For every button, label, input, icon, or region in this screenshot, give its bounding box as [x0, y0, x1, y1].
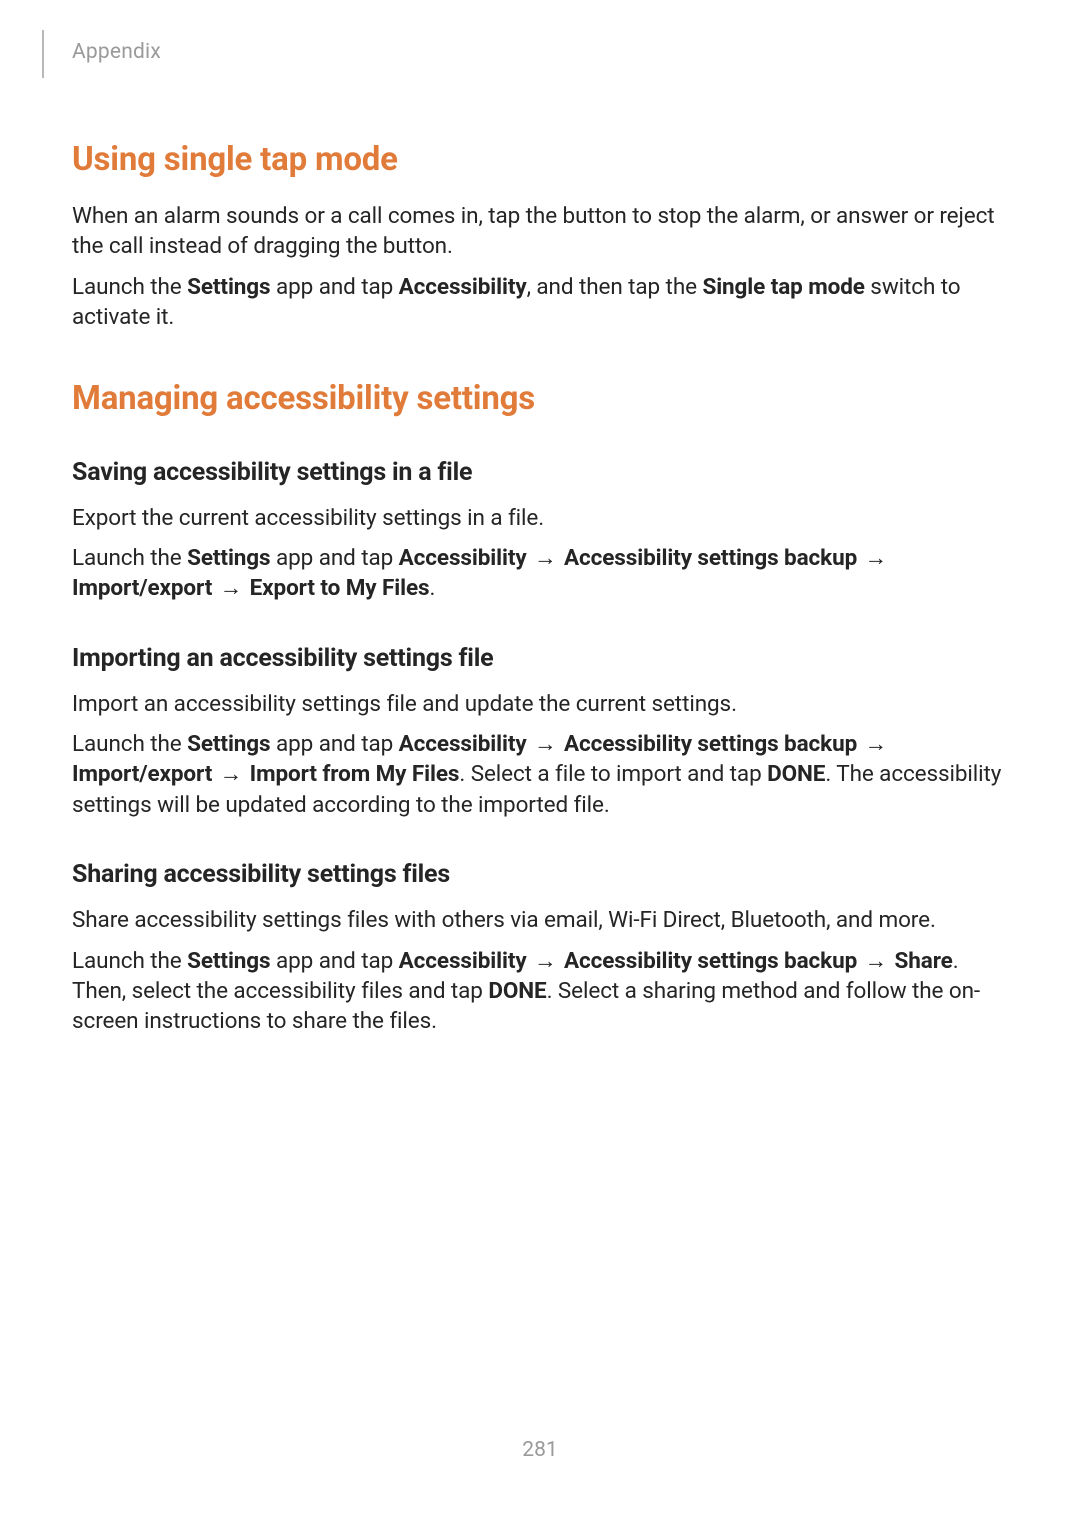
section-label: Appendix [72, 40, 161, 64]
bold-import-export: Import/export [72, 761, 212, 787]
bold-backup: Accessibility settings backup [564, 731, 857, 757]
text: . [429, 575, 435, 601]
text: app and tap [271, 545, 399, 571]
bold-done: DONE [488, 978, 546, 1004]
bold-backup: Accessibility settings backup [564, 545, 857, 571]
text: , and then tap the [527, 274, 703, 300]
arrow-icon: → [857, 948, 894, 974]
paragraph: Launch the Settings app and tap Accessib… [72, 272, 1008, 333]
text: app and tap [271, 948, 399, 974]
bold-settings: Settings [187, 948, 270, 974]
text: app and tap [271, 731, 399, 757]
bold-share: Share [895, 948, 953, 974]
document-page: Appendix Using single tap mode When an a… [0, 0, 1080, 1037]
bold-accessibility: Accessibility [399, 731, 527, 757]
arrow-icon: → [212, 575, 249, 601]
paragraph: Export the current accessibility setting… [72, 503, 1008, 533]
header-rule [42, 30, 44, 78]
arrow-icon: → [527, 731, 564, 757]
text: app and tap [271, 274, 399, 300]
paragraph: Share accessibility settings files with … [72, 905, 1008, 935]
subheading-sharing: Sharing accessibility settings files [72, 860, 1008, 889]
text: Launch the [72, 731, 187, 757]
arrow-icon: → [857, 545, 889, 571]
heading-managing-accessibility: Managing accessibility settings [72, 379, 1008, 418]
paragraph: Launch the Settings app and tap Accessib… [72, 729, 1008, 820]
page-number: 281 [0, 1438, 1080, 1462]
subheading-saving: Saving accessibility settings in a file [72, 458, 1008, 487]
subheading-importing: Importing an accessibility settings file [72, 644, 1008, 673]
bold-settings: Settings [187, 731, 270, 757]
bold-single-tap-mode: Single tap mode [702, 274, 864, 300]
paragraph: Launch the Settings app and tap Accessib… [72, 543, 1008, 604]
text: . Select a file to import and tap [459, 761, 767, 787]
arrow-icon: → [857, 731, 889, 757]
bold-accessibility: Accessibility [399, 545, 527, 571]
paragraph: Import an accessibility settings file an… [72, 689, 1008, 719]
bold-settings: Settings [187, 274, 270, 300]
bold-export-my-files: Export to My Files [250, 575, 430, 601]
bold-import-export: Import/export [72, 575, 212, 601]
heading-using-single-tap: Using single tap mode [72, 140, 1008, 179]
arrow-icon: → [527, 545, 564, 571]
paragraph: When an alarm sounds or a call comes in,… [72, 201, 1008, 262]
paragraph: Launch the Settings app and tap Accessib… [72, 946, 1008, 1037]
text: Launch the [72, 948, 187, 974]
arrow-icon: → [212, 761, 249, 787]
bold-accessibility: Accessibility [399, 274, 527, 300]
bold-backup: Accessibility settings backup [564, 948, 857, 974]
text: Launch the [72, 274, 187, 300]
text: Launch the [72, 545, 187, 571]
bold-settings: Settings [187, 545, 270, 571]
bold-accessibility: Accessibility [399, 948, 527, 974]
arrow-icon: → [527, 948, 564, 974]
bold-done: DONE [767, 761, 825, 787]
page-header: Appendix [72, 30, 1008, 82]
bold-import-my-files: Import from My Files [250, 761, 460, 787]
